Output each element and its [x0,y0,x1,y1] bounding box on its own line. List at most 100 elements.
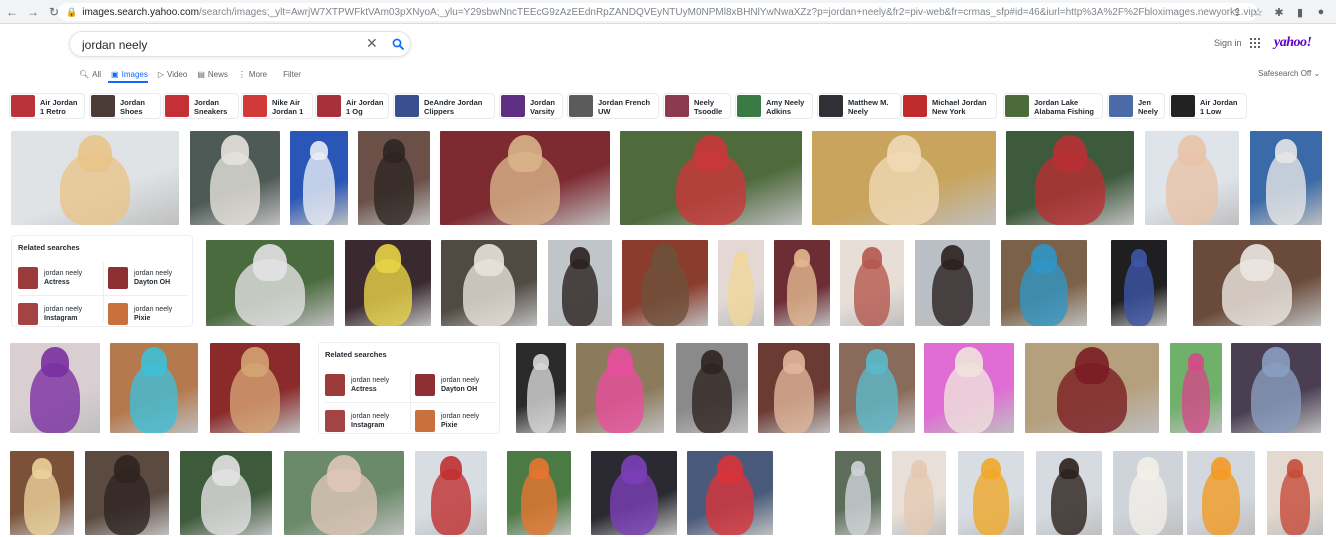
related-pill[interactable]: Amy Neely Adkins [735,93,813,119]
related-pill[interactable]: Matthew M. Neely [817,93,901,119]
related-search-item[interactable]: jordan neely Dayton OH [415,369,503,401]
related-pill[interactable]: Air Jordan 1 Low [1169,93,1247,119]
image-result[interactable] [1170,343,1222,433]
close-icon[interactable]: ✕ [366,35,378,52]
image-result[interactable] [1001,240,1087,326]
image-result[interactable] [1250,131,1322,225]
image-result[interactable] [206,240,334,326]
related-pill[interactable]: Air Jordan 1 Retro [9,93,85,119]
image-subject [845,469,871,535]
sidebar-icon[interactable]: ▮ [1293,3,1307,21]
related-search-item[interactable]: jordan neely Instagram [325,405,413,437]
image-result[interactable] [210,343,300,433]
related-pill[interactable]: Nike Air Jordan 1 [241,93,313,119]
tab-all[interactable]: 🔍︎ All [79,68,101,80]
image-result[interactable] [1267,451,1323,535]
related-pill[interactable]: Air Jordan 1 Og [315,93,389,119]
related-pill[interactable]: Michael Jordan New York [901,93,997,119]
image-result[interactable] [1187,451,1255,535]
image-result[interactable] [812,131,996,225]
search-input[interactable] [82,36,362,53]
image-result[interactable] [290,131,348,225]
image-result[interactable] [687,451,773,535]
image-subject-head [606,347,634,377]
related-pill[interactable]: Neely Tsoodle [663,93,731,119]
image-result[interactable] [915,240,990,326]
image-result[interactable] [345,240,431,326]
image-result[interactable] [758,343,830,433]
image-result[interactable] [516,343,566,433]
related-search-item[interactable]: jordan neely Dayton OH [108,262,196,294]
image-result[interactable] [774,240,830,326]
profile-icon[interactable]: ● [1314,3,1328,21]
related-pill[interactable]: Jordan Varsity [499,93,563,119]
image-result[interactable] [441,240,537,326]
image-result[interactable] [1036,451,1102,535]
image-result[interactable] [85,451,169,535]
image-result[interactable] [840,240,904,326]
related-pill[interactable]: DeAndre Jordan Clippers [393,93,495,119]
related-pill[interactable]: Jordan Shoes [89,93,161,119]
tab-video[interactable]: ▷ Video [158,68,187,80]
star-icon[interactable]: ☆ [1251,3,1265,21]
back-arrow-icon[interactable]: ← [3,3,21,21]
share-icon[interactable]: ⇪ [1230,3,1244,21]
address-bar[interactable]: 🔒 images.search.yahoo.com/search/images;… [58,3,1258,21]
image-result[interactable] [620,131,802,225]
search-button[interactable] [388,34,408,54]
related-search-item[interactable]: jordan neely Actress [325,369,413,401]
image-result[interactable] [1193,240,1321,326]
tab-more[interactable]: ⋮ More [238,68,267,80]
related-pill[interactable]: Jordan Sneakers [163,93,239,119]
related-search-item[interactable]: jordan neely Instagram [18,298,106,330]
tab-images[interactable]: ▣ Images [111,68,148,80]
safesearch-toggle[interactable]: Safesearch Off ⌄ [1258,69,1320,78]
apps-grid-icon[interactable] [1250,38,1260,48]
image-result[interactable] [1025,343,1159,433]
related-search-item[interactable]: jordan neely Pixie [415,405,503,437]
image-result[interactable] [924,343,1014,433]
image-result[interactable] [440,131,610,225]
image-result[interactable] [507,451,571,535]
filter-button[interactable]: Filter [283,68,301,80]
image-result[interactable] [548,240,612,326]
image-result[interactable] [591,451,677,535]
image-result[interactable] [1006,131,1134,225]
image-result[interactable] [284,451,404,535]
image-result[interactable] [676,343,748,433]
forward-arrow-icon[interactable]: → [24,3,42,21]
image-subject-head [533,353,549,371]
image-result[interactable] [180,451,272,535]
image-result[interactable] [1111,240,1167,326]
image-result[interactable] [1113,451,1183,535]
image-result[interactable] [10,451,74,535]
extensions-icon[interactable]: ✱ [1272,3,1286,21]
image-result[interactable] [110,343,198,433]
related-pill[interactable]: Jen Neely [1107,93,1165,119]
related-pill[interactable]: Jordan Lake Alabama Fishing [1003,93,1103,119]
image-result[interactable] [892,451,946,535]
image-result[interactable] [718,240,764,326]
image-subject-head [140,347,168,377]
image-result[interactable] [958,451,1024,535]
related-search-item[interactable]: jordan neely Actress [18,262,106,294]
image-subject-head [114,455,140,483]
related-pill[interactable]: Jordan French UW [567,93,659,119]
image-result[interactable] [190,131,280,225]
image-result[interactable] [576,343,664,433]
image-result[interactable] [11,131,179,225]
pill-thumbnail [737,95,761,117]
image-result[interactable] [415,451,487,535]
image-result[interactable] [839,343,915,433]
sign-in-link[interactable]: Sign in [1214,38,1242,48]
search-icon [392,38,404,50]
image-result[interactable] [358,131,430,225]
yahoo-logo[interactable]: yahoo! [1274,35,1312,51]
related-search-item[interactable]: jordan neely Pixie [108,298,196,330]
image-result[interactable] [622,240,708,326]
image-result[interactable] [835,451,881,535]
image-result[interactable] [1145,131,1239,225]
image-result[interactable] [1231,343,1321,433]
image-result[interactable] [10,343,100,433]
tab-news[interactable]: ▤ News [197,68,228,80]
